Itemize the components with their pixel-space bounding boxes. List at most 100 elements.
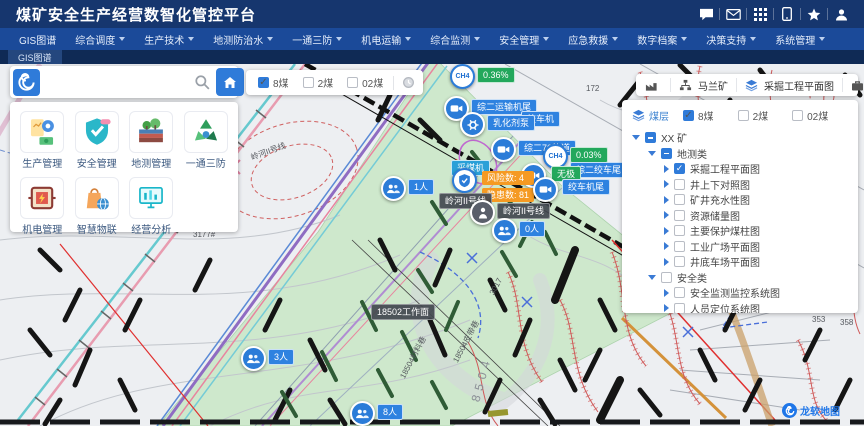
checkbox[interactable]: ✓ — [258, 77, 269, 88]
map-marker-gear[interactable]: 乳化剂泵 — [460, 112, 535, 137]
app-item-经营分析[interactable]: 经营分析 — [126, 177, 177, 236]
attribution-label: 龙软地图 — [800, 403, 840, 418]
checkbox[interactable] — [674, 194, 685, 205]
nav-item-label: 安全管理 — [499, 32, 539, 47]
chevron-right-icon[interactable] — [664, 289, 669, 297]
chevron-right-icon[interactable] — [664, 258, 669, 266]
marker-label: 0.36% — [477, 67, 515, 83]
tab-gis[interactable]: GIS图谱 — [8, 50, 62, 64]
user-icon[interactable] — [828, 5, 854, 23]
checkbox[interactable] — [792, 110, 803, 121]
tree-node-XX 矿[interactable]: XX 矿 — [632, 130, 848, 146]
chevron-right-icon[interactable] — [664, 165, 669, 173]
tree-node-采掘工程平面图[interactable]: ✓采掘工程平面图 — [632, 161, 848, 177]
tree-node-安全监测监控系统图[interactable]: 安全监测监控系统图 — [632, 285, 848, 301]
checkbox[interactable] — [645, 132, 656, 143]
people-icon — [492, 218, 517, 243]
nav-item-综合调度[interactable]: 综合调度 — [75, 32, 125, 47]
tree-node-label: 资源储量图 — [690, 208, 740, 223]
map-marker-darklabel[interactable]: 18502工作面 — [369, 301, 435, 320]
tree-node-地测类[interactable]: 地测类 — [632, 146, 848, 162]
mobile-icon[interactable] — [774, 5, 800, 23]
checkbox[interactable] — [674, 241, 685, 252]
tree-node-label: 矿井充水性图 — [690, 192, 750, 207]
toolbar-segment-mine-icon[interactable] — [636, 78, 670, 92]
tree-node-人员定位系统图[interactable]: 人员定位系统图 — [632, 301, 848, 314]
checkbox[interactable] — [674, 287, 685, 298]
panel-seam-8煤[interactable]: ✓8煤 — [679, 108, 714, 123]
checkbox[interactable]: ✓ — [683, 110, 694, 121]
checkbox[interactable] — [347, 77, 358, 88]
chevron-down-icon[interactable] — [648, 275, 656, 280]
toolbar-seam-8煤[interactable]: ✓8煤 — [254, 75, 289, 90]
tree-node-安全类[interactable]: 安全类 — [632, 270, 848, 286]
search-input[interactable] — [40, 66, 194, 98]
checkbox[interactable] — [674, 179, 685, 190]
chevron-right-icon[interactable] — [664, 180, 669, 188]
checkbox[interactable] — [674, 256, 685, 267]
toolbar-segment-工具[interactable]: 工具 — [842, 78, 864, 92]
nav-item-生产技术[interactable]: 生产技术 — [144, 32, 194, 47]
map-marker-bluelabel[interactable]: 绞车机尾 — [560, 176, 610, 195]
map-marker-people[interactable]: 3人 — [241, 346, 294, 371]
map-marker-ch4[interactable]: CH40.36% — [450, 64, 515, 89]
map-marker-people[interactable]: 1人 — [381, 176, 434, 201]
nav-item-安全管理[interactable]: 安全管理 — [499, 32, 549, 47]
nav-item-系统管理[interactable]: 系统管理 — [775, 32, 825, 47]
app-item-安全管理[interactable]: 安全管理 — [72, 111, 123, 170]
app-item-生产管理[interactable]: 生产管理 — [17, 111, 68, 170]
map-marker-camera[interactable] — [533, 177, 558, 202]
checkbox[interactable] — [674, 225, 685, 236]
star-icon[interactable] — [801, 5, 827, 23]
chevron-right-icon[interactable] — [664, 304, 669, 312]
tree-node-工业广场平面图[interactable]: 工业广场平面图 — [632, 239, 848, 255]
app-item-机电管理[interactable]: 机电管理 — [17, 177, 68, 236]
nav-item-决策支持[interactable]: 决策支持 — [706, 32, 756, 47]
toolbar-seam-2煤[interactable]: 2煤 — [299, 75, 334, 90]
panel-seam-02煤[interactable]: 02煤 — [788, 108, 828, 123]
checkbox[interactable] — [661, 272, 672, 283]
app-item-一通三防[interactable]: 一通三防 — [181, 111, 232, 170]
mail-icon[interactable] — [720, 5, 746, 23]
chevron-right-icon[interactable] — [664, 211, 669, 219]
tree-node-矿井充水性图[interactable]: 矿井充水性图 — [632, 192, 848, 208]
checkbox[interactable] — [674, 303, 685, 313]
app-item-智慧物联[interactable]: 智慧物联 — [72, 177, 123, 236]
nav-item-应急救援[interactable]: 应急救援 — [568, 32, 618, 47]
checkbox[interactable]: ✓ — [674, 163, 685, 174]
chevron-right-icon[interactable] — [664, 242, 669, 250]
app-item-地测管理[interactable]: 地测管理 — [126, 111, 177, 170]
checkbox[interactable] — [674, 210, 685, 221]
panel-seam-2煤[interactable]: 2煤 — [734, 108, 769, 123]
nav-item-GIS图谱[interactable]: GIS图谱 — [19, 32, 56, 47]
home-button[interactable] — [216, 68, 244, 96]
search-icon[interactable] — [194, 74, 210, 90]
checkbox[interactable] — [303, 77, 314, 88]
nav-item-机电运输[interactable]: 机电运输 — [361, 32, 411, 47]
tree-node-主要保护煤柱图[interactable]: 主要保护煤柱图 — [632, 223, 848, 239]
longruan-map-icon — [782, 403, 797, 418]
chevron-down-icon[interactable] — [648, 151, 656, 156]
longruan-logo-button[interactable] — [13, 69, 40, 96]
nav-item-综合监测[interactable]: 综合监测 — [430, 32, 480, 47]
map-marker-people[interactable]: 0人 — [492, 218, 545, 243]
toolbar-segment-采掘工程平面图[interactable]: 采掘工程平面图 — [736, 78, 842, 92]
chevron-right-icon[interactable] — [664, 227, 669, 235]
marker-label: 0人 — [519, 221, 545, 237]
nav-item-一通三防[interactable]: 一通三防 — [292, 32, 342, 47]
apps-grid-icon[interactable] — [747, 5, 773, 23]
tree-node-井底车场平面图[interactable]: 井底车场平面图 — [632, 254, 848, 270]
chevron-right-icon[interactable] — [664, 196, 669, 204]
map-marker-people[interactable]: 8人 — [350, 401, 403, 426]
tree-node-井上下对照图[interactable]: 井上下对照图 — [632, 177, 848, 193]
nav-item-数字档案[interactable]: 数字档案 — [637, 32, 687, 47]
history-icon[interactable] — [402, 76, 415, 89]
toolbar-segment-马兰矿[interactable]: 马兰矿 — [670, 78, 736, 92]
checkbox[interactable] — [738, 110, 749, 121]
message-icon[interactable] — [693, 5, 719, 23]
toolbar-seam-02煤[interactable]: 02煤 — [343, 75, 383, 90]
nav-item-地测防治水[interactable]: 地测防治水 — [213, 32, 273, 47]
checkbox[interactable] — [661, 148, 672, 159]
chevron-down-icon[interactable] — [632, 135, 640, 140]
tree-node-资源储量图[interactable]: 资源储量图 — [632, 208, 848, 224]
